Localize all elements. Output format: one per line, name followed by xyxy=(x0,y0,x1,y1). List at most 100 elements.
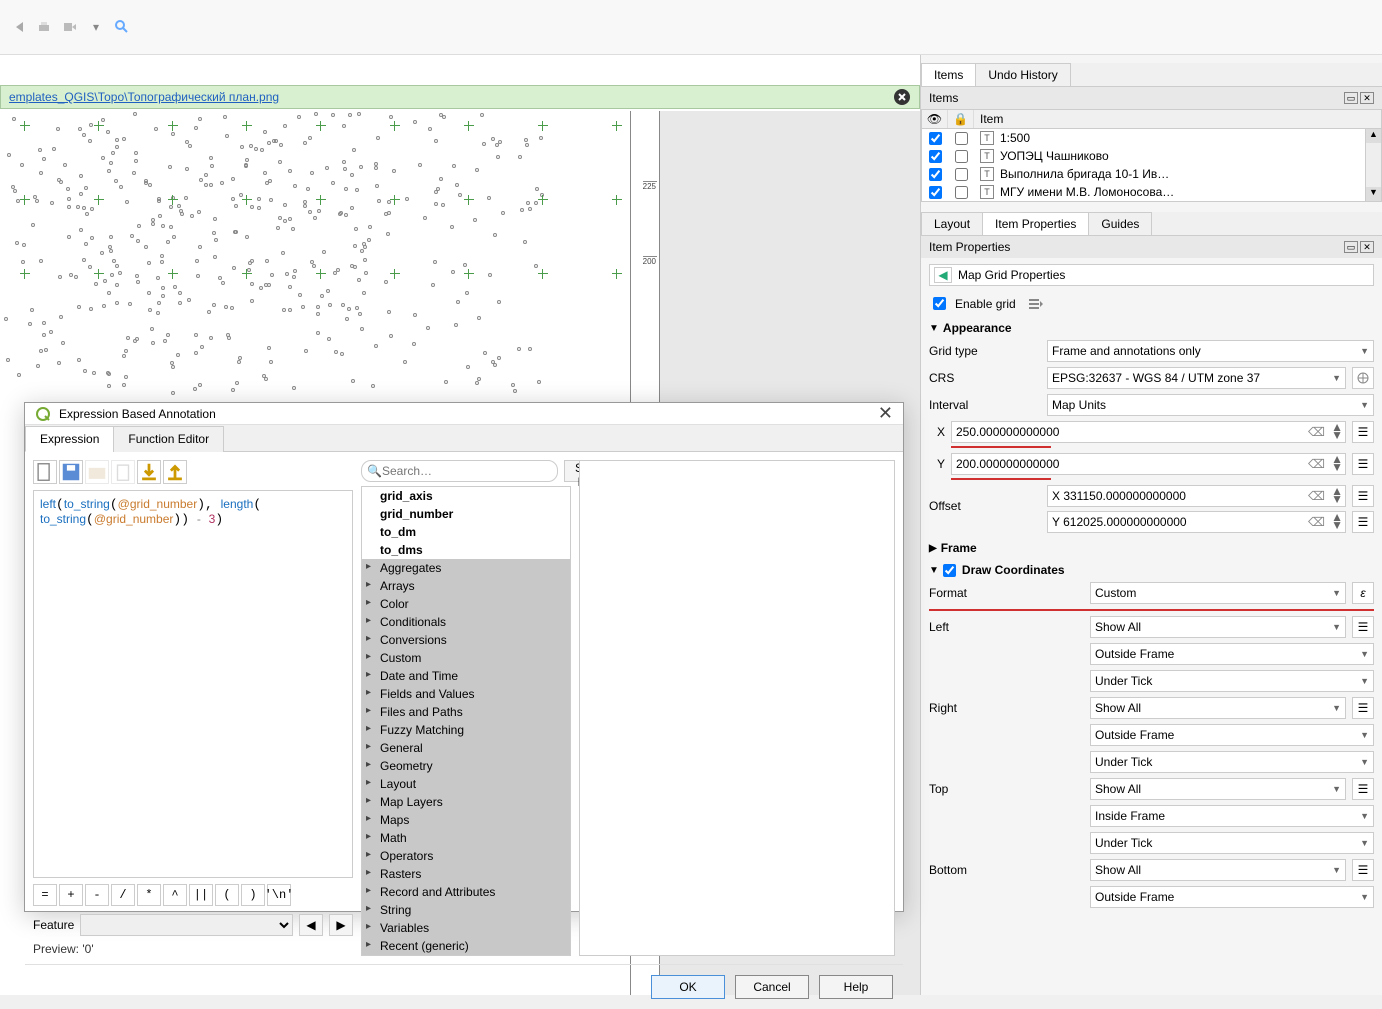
detach-icon[interactable]: ▭ xyxy=(1344,92,1358,104)
operator-button[interactable]: ^ xyxy=(163,884,187,906)
item-lock-checkbox[interactable] xyxy=(955,168,968,181)
prev-feature-button[interactable]: ◀ xyxy=(299,914,323,936)
operator-button[interactable]: ( xyxy=(215,884,239,906)
side-option-select[interactable]: Show All▼ xyxy=(1090,859,1346,881)
side-option-select[interactable]: Outside Frame▼ xyxy=(1090,724,1374,746)
function-group[interactable]: General xyxy=(362,739,570,757)
print-icon[interactable] xyxy=(34,17,54,37)
function-group[interactable]: Fields and Values xyxy=(362,685,570,703)
operator-button[interactable]: - xyxy=(85,884,109,906)
expression-button[interactable]: ε xyxy=(1352,582,1374,604)
back-button[interactable]: ◀ xyxy=(934,267,952,283)
function-group[interactable]: Aggregates xyxy=(362,559,570,577)
operator-button[interactable]: / xyxy=(111,884,135,906)
side-option-select[interactable]: Show All▼ xyxy=(1090,778,1346,800)
function-group[interactable]: Conditionals xyxy=(362,613,570,631)
function-group[interactable]: Maps xyxy=(362,811,570,829)
list-item[interactable]: TВыполнила бригада 10-1 Ив… xyxy=(922,165,1381,183)
function-item[interactable]: to_dm xyxy=(362,523,570,541)
close-icon[interactable]: ✕ xyxy=(1360,241,1374,253)
function-group[interactable]: Operators xyxy=(362,847,570,865)
side-option-select[interactable]: Under Tick▼ xyxy=(1090,670,1374,692)
export-icon[interactable] xyxy=(163,460,187,484)
function-list[interactable]: grid_axisgrid_numberto_dmto_dmsAggregate… xyxy=(361,486,571,956)
nav-first-icon[interactable] xyxy=(8,17,28,37)
list-item[interactable]: TУОПЭЦ Чашниково xyxy=(922,147,1381,165)
function-group[interactable]: Geometry xyxy=(362,757,570,775)
zoom-tool-icon[interactable] xyxy=(112,17,132,37)
item-lock-checkbox[interactable] xyxy=(955,186,968,199)
canvas-area[interactable]: emplates_QGIS\Торо\Топографический план.… xyxy=(0,55,920,995)
next-feature-button[interactable]: ▶ xyxy=(329,914,353,936)
tab-expression[interactable]: Expression xyxy=(25,426,114,452)
crs-select[interactable]: EPSG:32637 - WGS 84 / UTM zone 37▼ xyxy=(1047,367,1346,389)
side-option-select[interactable]: Show All▼ xyxy=(1090,616,1346,638)
function-item[interactable]: grid_number xyxy=(362,505,570,523)
function-group[interactable]: Rasters xyxy=(362,865,570,883)
data-defined-icon[interactable]: ☰ xyxy=(1352,778,1374,800)
appearance-section[interactable]: Appearance xyxy=(929,321,1374,335)
clipboard-icon[interactable] xyxy=(111,460,135,484)
crs-picker-icon[interactable] xyxy=(1352,367,1374,389)
tab-function-editor[interactable]: Function Editor xyxy=(113,426,224,452)
item-visible-checkbox[interactable] xyxy=(929,186,942,199)
cancel-button[interactable]: Cancel xyxy=(735,975,809,999)
list-item[interactable]: TМГУ имени М.В. Ломоносова… xyxy=(922,183,1381,201)
save-icon[interactable] xyxy=(59,460,83,484)
feature-select[interactable] xyxy=(80,914,293,936)
tab-guides[interactable]: Guides xyxy=(1088,212,1152,235)
side-option-select[interactable]: Under Tick▼ xyxy=(1090,751,1374,773)
data-defined-icon[interactable]: ☰ xyxy=(1352,859,1374,881)
draw-coordinates-section[interactable]: Draw Coordinates xyxy=(929,563,1374,577)
function-group[interactable]: Date and Time xyxy=(362,667,570,685)
expression-input[interactable]: left(to_string(@grid_number), length( to… xyxy=(33,490,353,878)
function-group[interactable]: String xyxy=(362,901,570,919)
import-icon[interactable] xyxy=(137,460,161,484)
item-visible-checkbox[interactable] xyxy=(929,168,942,181)
interval-select[interactable]: Map Units▼ xyxy=(1047,394,1374,416)
new-file-icon[interactable] xyxy=(33,460,57,484)
function-group[interactable]: Conversions xyxy=(362,631,570,649)
function-group[interactable]: Record and Attributes xyxy=(362,883,570,901)
interval-y-input[interactable]: 200.000000000000⌫▲▼ xyxy=(951,453,1346,475)
function-group[interactable]: Math xyxy=(362,829,570,847)
ok-button[interactable]: OK xyxy=(651,975,725,999)
data-defined-icon[interactable] xyxy=(1028,297,1044,311)
side-option-select[interactable]: Under Tick▼ xyxy=(1090,832,1374,854)
offset-x-input[interactable]: X 331150.000000000000⌫▲▼ xyxy=(1047,485,1346,507)
help-button[interactable]: Help xyxy=(819,975,893,999)
data-defined-icon[interactable]: ☰ xyxy=(1352,616,1374,638)
function-search-input[interactable] xyxy=(361,460,558,482)
offset-y-input[interactable]: Y 612025.000000000000⌫▲▼ xyxy=(1047,511,1346,533)
list-item[interactable]: T1:500 xyxy=(922,129,1381,147)
item-lock-checkbox[interactable] xyxy=(955,132,968,145)
detach-icon[interactable]: ▭ xyxy=(1344,241,1358,253)
tab-layout[interactable]: Layout xyxy=(921,212,983,235)
side-option-select[interactable]: Inside Frame▼ xyxy=(1090,805,1374,827)
data-defined-icon[interactable]: ☰ xyxy=(1352,697,1374,719)
format-select[interactable]: Custom▼ xyxy=(1090,582,1346,604)
operator-button[interactable]: * xyxy=(137,884,161,906)
grid-type-select[interactable]: Frame and annotations only▼ xyxy=(1047,340,1374,362)
operator-button[interactable]: = xyxy=(33,884,57,906)
data-defined-icon[interactable]: ☰ xyxy=(1352,421,1374,443)
function-group[interactable]: Arrays xyxy=(362,577,570,595)
draw-coordinates-checkbox[interactable] xyxy=(943,564,956,577)
side-option-select[interactable]: Outside Frame▼ xyxy=(1090,886,1374,908)
function-group[interactable]: Map Layers xyxy=(362,793,570,811)
data-defined-icon[interactable]: ☰ xyxy=(1352,485,1374,507)
close-icon[interactable]: ✕ xyxy=(878,403,893,424)
export-icon[interactable] xyxy=(60,17,80,37)
data-defined-icon[interactable]: ☰ xyxy=(1352,453,1374,475)
function-group[interactable]: Variables xyxy=(362,919,570,937)
data-defined-icon[interactable]: ☰ xyxy=(1352,511,1374,533)
operator-button[interactable]: '\n' xyxy=(267,884,291,906)
frame-section[interactable]: Frame xyxy=(929,541,1374,555)
tab-items[interactable]: Items xyxy=(921,63,976,86)
function-group[interactable]: Fuzzy Matching xyxy=(362,721,570,739)
enable-grid-checkbox[interactable] xyxy=(933,297,946,310)
item-visible-checkbox[interactable] xyxy=(929,132,942,145)
function-group[interactable]: Recent (generic) xyxy=(362,937,570,955)
function-group[interactable]: Files and Paths xyxy=(362,703,570,721)
function-group[interactable]: Layout xyxy=(362,775,570,793)
